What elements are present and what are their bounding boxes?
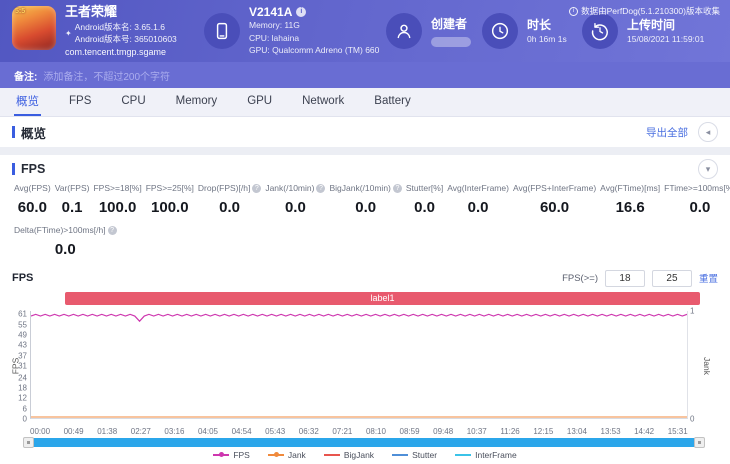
note-label: 备注:: [14, 71, 38, 83]
history-clock-icon: [582, 13, 618, 49]
scrollbar-left-handle[interactable]: [23, 437, 34, 448]
stat-Var(FPS): Var(FPS) 0.1: [54, 183, 90, 216]
android-version-name: Android版本名: 3.65.1.6: [74, 22, 165, 33]
duration-info: 时长 0h 16m 1s: [482, 13, 582, 49]
x-axis-ticks: 00:00 00:49 01:38 02:27 03:16 04:05 04:54 05:43…: [30, 426, 688, 436]
game-app-icon: 5:5: [12, 5, 56, 50]
tab-概览[interactable]: 概览: [14, 88, 41, 116]
help-icon[interactable]: [316, 184, 326, 193]
creator-name-redacted: [431, 37, 471, 47]
device-gpu: GPU: Qualcomm Adreno (TM) 660: [249, 45, 380, 56]
collapse-left-button[interactable]: [698, 122, 718, 142]
data-source-note: 数据由PerfDog(5.1.210300)版本收集: [569, 5, 720, 17]
info-circle-icon: [569, 6, 579, 16]
stat-FPS>=25[%]: FPS>=25[%] 100.0: [145, 183, 194, 216]
fps-chart-title: FPS: [12, 272, 34, 284]
note-placeholder: 添加备注，不超过200个字符: [43, 71, 171, 83]
tab-GPU[interactable]: GPU: [245, 88, 274, 116]
tab-bar: 概览 FPS CPU Memory GPU Network Battery: [0, 88, 730, 117]
app-info: 5:5 王者荣耀 Android版本名: 3.65.1.6 Android版本号…: [12, 4, 204, 58]
section-gap: [0, 147, 730, 155]
chart-plot-area[interactable]: [30, 311, 688, 419]
stat-Avg(InterFrame): Avg(InterFrame) 0.0: [447, 183, 509, 216]
tab-Network[interactable]: Network: [300, 88, 346, 116]
collapse-down-button[interactable]: [698, 159, 718, 179]
perfdog-report-page: 5:5 王者荣耀 Android版本名: 3.65.1.6 Android版本号…: [0, 0, 730, 464]
help-icon[interactable]: [392, 184, 402, 193]
y2-axis-label: Jank: [702, 357, 713, 375]
overview-title: 概览: [12, 123, 46, 142]
stat-Drop(FPS)[/h]: Drop(FPS)[/h]0.0: [196, 183, 263, 225]
duration-value: 0h 16m 1s: [527, 34, 567, 45]
legend-item-Jank[interactable]: Jank: [267, 450, 306, 460]
fps-threshold-label: FPS(>=): [562, 272, 598, 284]
diamond-icon: [65, 29, 72, 39]
tab-CPU[interactable]: CPU: [119, 88, 147, 116]
stat-Delta(FTime)>100ms[/h]: Delta(FTime)>100ms[/h]0.0: [12, 225, 119, 265]
app-package: com.tencent.tmgp.sgame: [65, 46, 167, 57]
duration-label: 时长: [527, 18, 552, 33]
fps-panel: FPS Avg(FPS)60.0Var(FPS)0.1FPS>=18[%]100…: [0, 155, 730, 464]
stat-FTime>=100ms[%]: FTime>=100ms[%] 0.0: [664, 183, 730, 216]
legend-item-BigJank[interactable]: BigJank: [323, 450, 374, 460]
overview-section-header: 概览 导出全部: [0, 117, 730, 147]
device-cpu: CPU: lahaina: [249, 32, 300, 43]
stat-Stutter[%]: Stutter[%] 0.0: [405, 183, 444, 216]
fps-section-title: FPS: [12, 162, 45, 176]
device-model: V2141A: [249, 4, 293, 19]
help-icon[interactable]: [252, 184, 262, 193]
reset-button[interactable]: 重置: [699, 271, 718, 285]
chart-annotation-bar[interactable]: label1: [65, 292, 700, 305]
tab-FPS[interactable]: FPS: [67, 88, 93, 116]
y2-axis-ticks: 10: [690, 306, 695, 424]
fps-threshold-high-input[interactable]: [651, 269, 692, 287]
creator-label: 创建者: [431, 17, 468, 31]
fps-threshold-controls: FPS(>=) 重置: [562, 269, 718, 287]
chart-legend: FPS Jank BigJank Stutter InterFrame: [12, 448, 718, 461]
legend-item-FPS[interactable]: FPS: [213, 450, 250, 460]
upload-info: 上传时间 15/08/2021 11:59:01: [582, 13, 730, 49]
game-icon-badge: 5:5: [15, 7, 26, 15]
legend-item-Stutter[interactable]: Stutter: [392, 450, 437, 460]
scrollbar-right-handle[interactable]: [694, 437, 705, 448]
user-icon: [386, 13, 422, 49]
export-all-link[interactable]: 导出全部: [646, 125, 688, 140]
clock-icon: [482, 13, 518, 49]
help-icon[interactable]: [107, 226, 117, 235]
note-input-bar[interactable]: 备注: 添加备注，不超过200个字符: [0, 62, 730, 88]
fps-chart: 61 55 49 43 37 31 24 18 12 6 0 FPS 10 Jank: [10, 306, 718, 425]
stat-BigJank(/10min): BigJank(/10min)0.0: [327, 183, 403, 225]
app-title: 王者荣耀: [65, 3, 118, 19]
tab-Battery[interactable]: Battery: [372, 88, 412, 116]
tab-Memory[interactable]: Memory: [174, 88, 220, 116]
device-info-icon[interactable]: [296, 6, 307, 17]
stat-Jank(/10min): Jank(/10min)0.0: [263, 183, 327, 225]
android-version-code: Android版本号: 365010603: [74, 33, 177, 44]
creator-info: 创建者: [386, 13, 482, 49]
y-axis-label: FPS: [10, 357, 21, 375]
upload-label: 上传时间: [627, 18, 676, 33]
phone-icon: [204, 13, 240, 49]
stat-Avg(FPS+InterFrame): Avg(FPS+InterFrame) 60.0: [512, 183, 597, 216]
fps-stats-row2: Delta(FTime)>100ms[/h]0.0: [12, 225, 718, 265]
stat-Avg(FPS): Avg(FPS) 60.0: [14, 183, 51, 216]
stat-FPS>=18[%]: FPS>=18[%] 100.0: [93, 183, 142, 216]
device-info: V2141A Memory: 11G CPU: lahaina GPU: Qua…: [204, 5, 386, 57]
upload-value: 15/08/2021 11:59:01: [627, 34, 705, 45]
chart-range-scrollbar[interactable]: [23, 437, 705, 448]
stat-Avg(FTime)[ms]: Avg(FTime)[ms] 16.6: [600, 183, 661, 216]
fps-stats-row: Avg(FPS) 60.0 Var(FPS) 0.1 FPS>=18[%] 100.0 FP…: [12, 183, 730, 225]
device-memory: Memory: 11G: [249, 19, 300, 30]
header: 5:5 王者荣耀 Android版本名: 3.65.1.6 Android版本号…: [0, 0, 730, 62]
fps-threshold-low-input[interactable]: [604, 269, 645, 287]
legend-item-InterFrame[interactable]: InterFrame: [455, 450, 517, 460]
